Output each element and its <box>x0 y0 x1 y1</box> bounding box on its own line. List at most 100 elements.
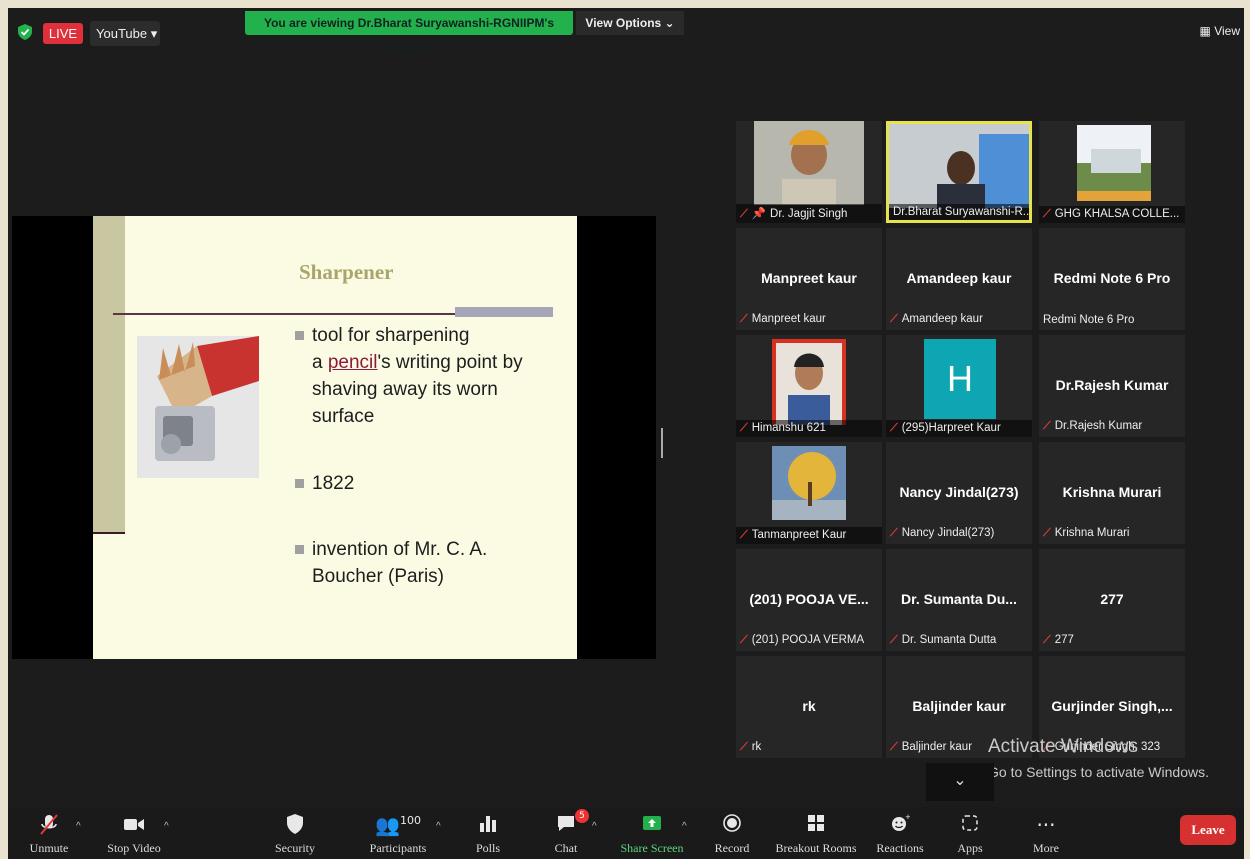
bullet-1-line-2: a pencil's writing point by <box>295 349 523 376</box>
muted-mic-icon: ⟋ <box>1043 208 1051 220</box>
participant-name: Dr. Jagjit Singh <box>770 208 848 220</box>
more-button[interactable]: ··· More <box>1026 813 1066 856</box>
participants-button[interactable]: 👥100 Participants <box>360 813 436 856</box>
audio-options-caret-icon[interactable]: ^ <box>76 821 81 832</box>
pencil-link[interactable]: pencil <box>328 352 378 373</box>
participant-tile[interactable]: (201) POOJA VE... ⟋ (201) POOJA VERMA <box>736 549 882 651</box>
participant-tile[interactable]: Manpreet kaur ⟋ Manpreet kaur <box>736 228 882 330</box>
chat-label: Chat <box>554 841 578 855</box>
participant-display-name: Amandeep kaur <box>906 270 1012 286</box>
participants-icon-group: 👥100 <box>360 813 436 841</box>
muted-mic-icon: ⟋ <box>890 313 898 325</box>
youtube-stream-menu[interactable]: YouTube ▾ <box>90 21 160 46</box>
participant-tile[interactable]: Dr.Rajesh Kumar ⟋ Dr.Rajesh Kumar <box>1039 335 1185 437</box>
shield-icon <box>272 813 318 841</box>
participant-name: Dr. Sumanta Dutta <box>901 634 997 646</box>
live-badge[interactable]: LIVE <box>43 23 83 44</box>
svg-text:+: + <box>905 813 910 821</box>
polls-label: Polls <box>475 841 500 855</box>
share-screen-caret-icon[interactable]: ^ <box>682 821 687 832</box>
muted-mic-icon: ⟋ <box>1043 634 1051 646</box>
chat-caret-icon[interactable]: ^ <box>592 821 597 832</box>
participant-tile[interactable]: Amandeep kaur ⟋ Amandeep kaur <box>886 228 1032 330</box>
participant-tile[interactable]: Dr.Bharat Suryawanshi-R... <box>886 121 1032 223</box>
pin-icon: 📌 <box>751 208 767 220</box>
activate-windows-title: Activate Windows <box>988 736 1138 757</box>
leave-button[interactable]: Leave <box>1180 815 1236 845</box>
muted-mic-icon: ⟋ <box>740 529 748 541</box>
participant-photo <box>772 339 846 425</box>
participant-photo <box>772 446 846 520</box>
participant-name-label: Redmi Note 6 Pro <box>1043 314 1134 326</box>
apps-icon <box>950 813 990 841</box>
participant-display-name: Manpreet kaur <box>761 270 857 286</box>
bullet-square-icon <box>295 545 304 554</box>
participant-name: Himanshu 621 <box>751 422 826 434</box>
view-options-button[interactable]: View Options ⌄ <box>576 11 684 35</box>
participant-tile[interactable]: Nancy Jindal(273) ⟋ Nancy Jindal(273) <box>886 442 1032 544</box>
bullet-3-line-1: invention of Mr. C. A. <box>312 539 488 560</box>
participant-tile[interactable]: H ⟋ (295)Harpreet Kaur <box>886 335 1032 437</box>
zoom-window: LIVE YouTube ▾ You are viewing Dr.Bharat… <box>8 8 1244 859</box>
view-button[interactable]: ▦ View <box>1200 24 1240 38</box>
participant-tile[interactable]: ⟋ Tanmanpreet Kaur <box>736 442 882 544</box>
apps-button[interactable]: Apps <box>950 813 990 856</box>
participant-tile[interactable]: 277 ⟋ 277 <box>1039 549 1185 651</box>
bar-chart-icon <box>468 813 508 841</box>
bullet-3-line-2: Boucher (Paris) <box>312 566 444 587</box>
participant-display-name: Dr.Rajesh Kumar <box>1055 377 1169 393</box>
chat-button[interactable]: 5 Chat <box>549 809 589 856</box>
participant-display-name: Krishna Murari <box>1062 484 1162 500</box>
people-icon: 👥 <box>375 813 400 837</box>
participant-name-label: ⟋ Krishna Murari <box>1043 527 1129 540</box>
participant-tile[interactable]: ⟋ GHG KHALSA COLLE... <box>1039 121 1185 223</box>
participant-name-label: ⟋ Tanmanpreet Kaur <box>736 527 882 544</box>
breakout-rooms-button[interactable]: Breakout Rooms <box>774 813 858 856</box>
participant-display-name: Nancy Jindal(273) <box>899 484 1019 500</box>
participant-display-name: Dr. Sumanta Du... <box>901 591 1017 607</box>
participant-name: Dr.Bharat Suryawanshi-R... <box>893 206 1032 218</box>
muted-mic-icon: ⟋ <box>890 527 898 539</box>
slide-side-bar-line <box>93 532 125 534</box>
participant-tile[interactable]: rk ⟋ rk <box>736 656 882 758</box>
reactions-label: Reactions <box>876 841 924 855</box>
muted-mic-icon: ⟋ <box>890 634 898 646</box>
participant-tile[interactable]: ⟋ Himanshu 621 <box>736 335 882 437</box>
sharpener-photo <box>137 336 259 478</box>
participant-name: Krishna Murari <box>1054 527 1130 539</box>
split-view-handle[interactable] <box>661 428 663 458</box>
muted-mic-icon: ⟋ <box>1043 527 1051 539</box>
participant-tile[interactable]: Redmi Note 6 Pro Redmi Note 6 Pro <box>1039 228 1185 330</box>
participant-name-label: ⟋ Baljinder kaur <box>890 741 972 754</box>
more-label: More <box>1033 841 1059 855</box>
participant-name: Redmi Note 6 Pro <box>1043 314 1135 326</box>
participant-tile[interactable]: Dr. Sumanta Du... ⟋ Dr. Sumanta Dutta <box>886 549 1032 651</box>
reactions-button[interactable]: + Reactions <box>872 813 928 856</box>
participant-tile[interactable]: ⟋ 📌 Dr. Jagjit Singh <box>736 121 882 223</box>
shared-screen[interactable]: Sharpener tool for sharpening a pencil's… <box>12 216 656 659</box>
grid-icon: ▦ <box>1199 24 1215 38</box>
breakout-rooms-label: Breakout Rooms <box>775 841 857 855</box>
participants-caret-icon[interactable]: ^ <box>436 821 441 832</box>
participant-name: (295)Harpreet Kaur <box>901 422 1001 434</box>
video-options-caret-icon[interactable]: ^ <box>164 821 169 832</box>
gallery-scroll-down-button[interactable]: ⌄ <box>926 763 994 801</box>
encryption-shield-icon[interactable] <box>18 24 32 40</box>
chat-bubble-icon: 5 <box>549 809 589 841</box>
unmute-button[interactable]: Unmute <box>24 813 74 856</box>
bullet-1-line-3: shaving away its worn <box>312 379 498 400</box>
participant-tile[interactable]: Krishna Murari ⟋ Krishna Murari <box>1039 442 1185 544</box>
participant-name-label: Dr.Bharat Suryawanshi-R... <box>889 204 1029 220</box>
viewing-screen-banner: You are viewing Dr.Bharat Suryawanshi-RG… <box>245 11 573 54</box>
muted-mic-icon: ⟋ <box>740 741 748 753</box>
participant-display-name: Gurjinder Singh,... <box>1051 698 1173 714</box>
participant-name-label: ⟋ (201) POOJA VERMA <box>740 634 864 647</box>
bullet-1: tool for sharpening a pencil's writing p… <box>295 322 523 430</box>
polls-button[interactable]: Polls <box>468 813 508 856</box>
record-button[interactable]: Record <box>710 813 754 856</box>
participant-name-label: ⟋ Nancy Jindal(273) <box>890 527 994 540</box>
security-button[interactable]: Security <box>272 813 318 856</box>
share-screen-button[interactable]: Share Screen <box>614 813 690 856</box>
bullet-1-line-1: tool for sharpening <box>312 325 470 346</box>
stop-video-button[interactable]: Stop Video <box>104 813 164 856</box>
